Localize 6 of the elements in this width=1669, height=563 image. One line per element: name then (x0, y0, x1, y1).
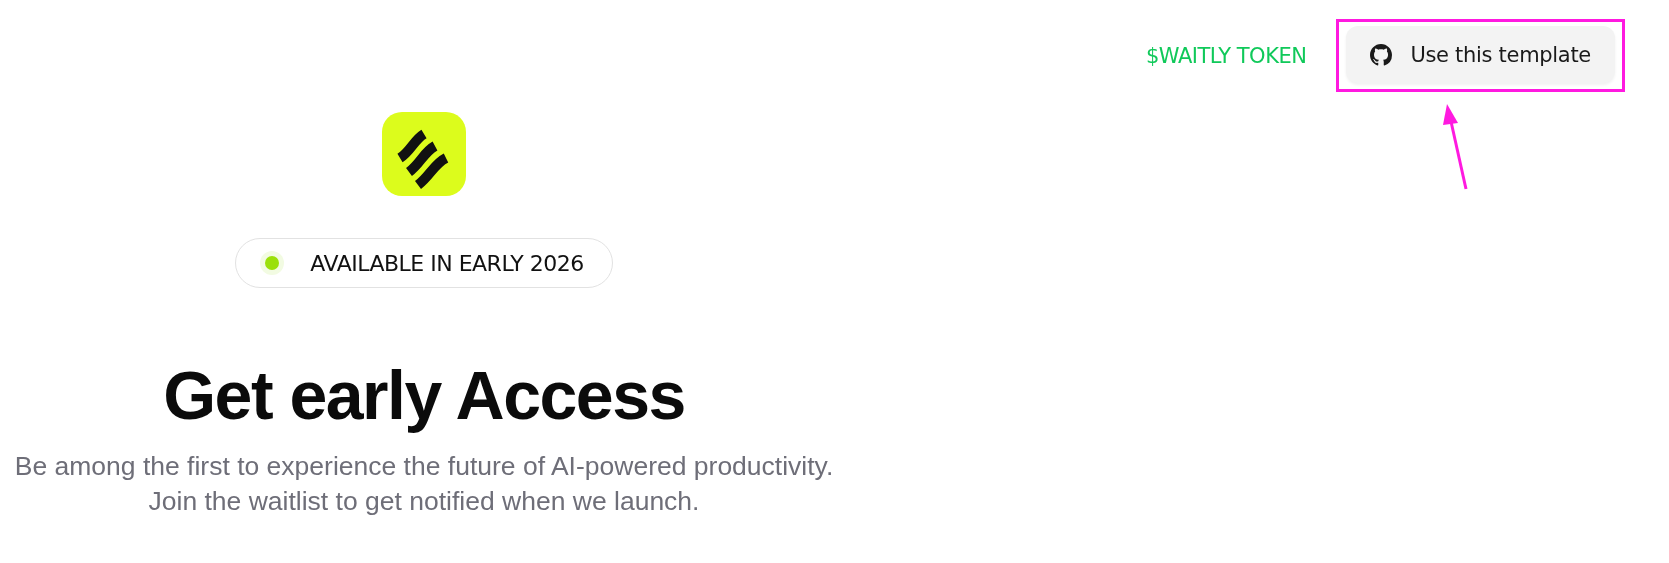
hero-title: Get early Access (163, 358, 685, 433)
logo-icon (382, 112, 466, 196)
use-template-button[interactable]: Use this template (1346, 26, 1615, 83)
github-icon (1370, 43, 1393, 66)
availability-text: AVAILABLE IN EARLY 2026 (310, 250, 584, 276)
hero-subtitle: Be among the first to experience the future of AI-powered productivity. Join the waitlist to get notified when we launch. (14, 449, 834, 518)
